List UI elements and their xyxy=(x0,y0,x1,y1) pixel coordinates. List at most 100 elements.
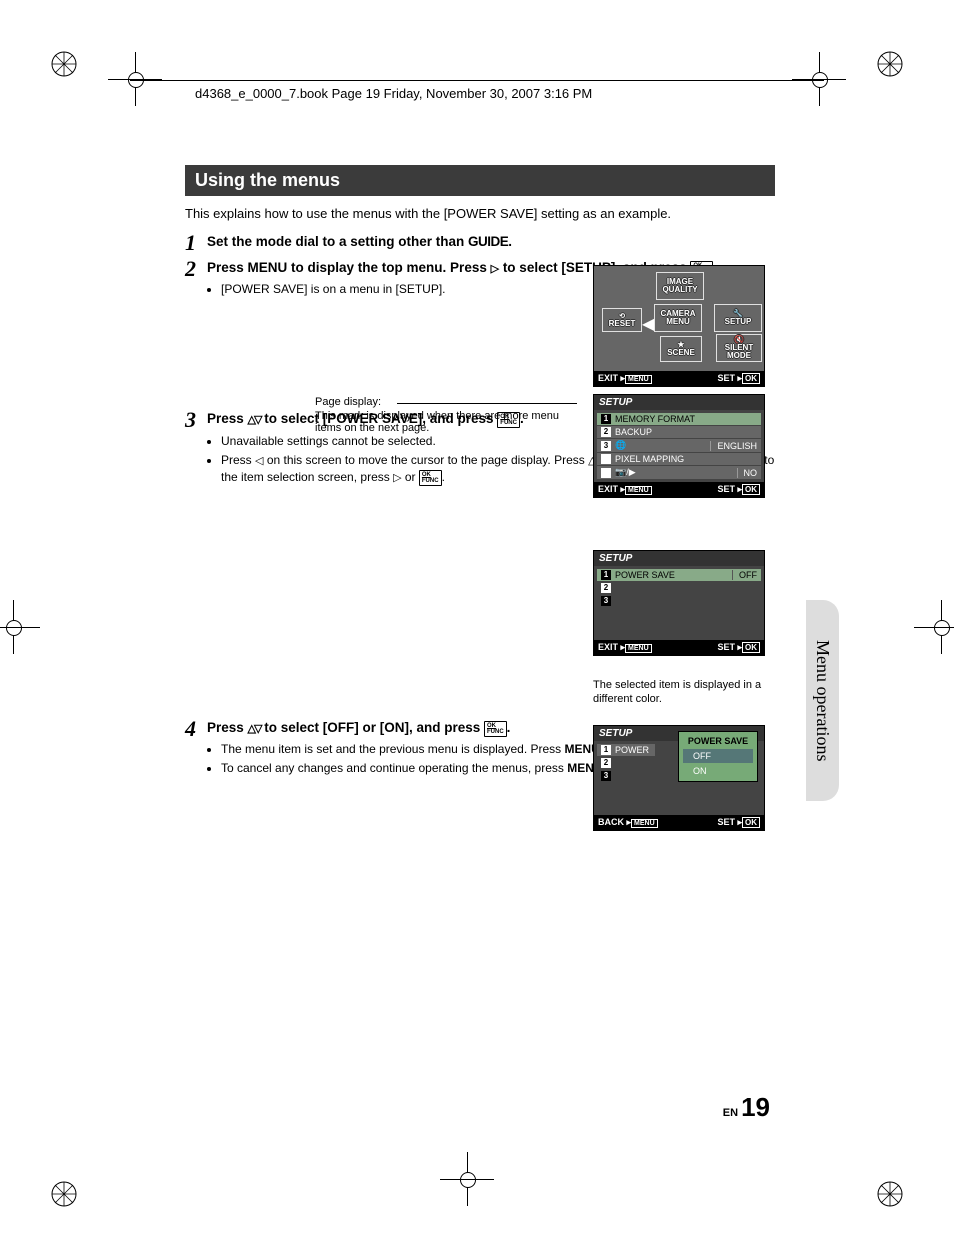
menu-image-quality: IMAGE QUALITY xyxy=(656,272,704,300)
screen-title: SETUP xyxy=(594,551,764,566)
page-display-note: Page display: This mark is displayed whe… xyxy=(315,396,575,434)
up-down-arrow-icon xyxy=(248,411,261,426)
popup-option: ON xyxy=(683,764,753,778)
text: to display the top menu. Press xyxy=(287,260,490,275)
crop-mark-tr xyxy=(876,50,904,78)
cam-play-icon: 📷/▶ xyxy=(615,467,636,478)
reg-mark xyxy=(934,620,948,634)
reg-mark xyxy=(6,620,20,634)
popup-option: OFF xyxy=(683,749,753,763)
header-file-info: d4368_e_0000_7.book Page 19 Friday, Nove… xyxy=(195,86,592,101)
menu-setup: 🔧 SETUP xyxy=(714,304,762,332)
label: Page display: xyxy=(315,396,381,408)
camera-screen-setup-3: SETUP 1POWER 2 3 POWER SAVE OFF ON BACK … xyxy=(593,725,765,831)
up-down-arrow-icon xyxy=(248,720,261,735)
menu-row: 2 xyxy=(597,757,655,769)
label: IMAGE QUALITY xyxy=(662,278,697,294)
right-arrow-icon xyxy=(491,260,499,275)
popup-power-save: POWER SAVE OFF ON xyxy=(678,731,758,782)
guide-word: GUIDE xyxy=(468,234,508,249)
row-value: OFF xyxy=(732,570,757,580)
text: or xyxy=(402,470,419,484)
leader-line xyxy=(397,403,577,404)
camera-screen-setup-1: SETUP 1MEMORY FORMAT 2BACKUP 3🌐ENGLISH P… xyxy=(593,394,765,498)
section-title: Using the menus xyxy=(185,165,775,196)
row-label: POWER xyxy=(615,745,649,755)
exit-label: EXIT ▸MENU xyxy=(598,642,652,653)
camera-screen-top-menu: ⟲ RESET IMAGE QUALITY CAMERA MENU 🔧 SETU… xyxy=(593,265,765,387)
step-number: 1 xyxy=(185,233,207,253)
camera-screen-setup-2: SETUP 1 POWER SAVE OFF 2 3 EXIT ▸MENU SE… xyxy=(593,550,765,656)
step-heading: Set the mode dial to a setting other tha… xyxy=(207,233,775,251)
crop-mark-tl xyxy=(50,50,78,78)
row-label: POWER SAVE xyxy=(615,570,675,580)
note-selected-color: The selected item is displayed in a diff… xyxy=(593,678,763,707)
reg-mark xyxy=(460,1172,474,1186)
text: Set the mode dial to a setting other tha… xyxy=(207,234,468,249)
text: Press xyxy=(207,720,248,735)
intro-text: This explains how to use the menus with … xyxy=(185,206,775,221)
menu-word: MENU xyxy=(248,260,288,275)
crop-mark-bl xyxy=(50,1180,78,1208)
popup-title: POWER SAVE xyxy=(679,734,757,748)
lang-icon: 🌐 xyxy=(615,440,626,451)
text: on this screen to move the cursor to the… xyxy=(263,453,588,467)
menu-row: 2BACKUP xyxy=(597,426,761,438)
text: To cancel any changes and continue opera… xyxy=(221,761,567,775)
menu-row: 1MEMORY FORMAT xyxy=(597,413,761,425)
step-number: 4 xyxy=(185,719,207,739)
text: Press xyxy=(207,260,248,275)
ok-func-icon: OKFUNC xyxy=(484,721,507,737)
menu-row: 2 xyxy=(597,582,761,594)
label: CAMERA MENU xyxy=(660,310,695,326)
menu-scene: ★ SCENE xyxy=(660,336,702,362)
text: The menu item is set and the previous me… xyxy=(221,742,565,756)
menu-row: 1 POWER SAVE OFF xyxy=(597,569,761,581)
label: RESET xyxy=(609,320,636,328)
label: SCENE xyxy=(667,349,695,357)
lang-code: EN xyxy=(723,1107,738,1119)
row-label: PIXEL MAPPING xyxy=(615,454,684,464)
left-arrow-icon: ◀ xyxy=(642,314,654,334)
set-ok-label: SET ▸OK xyxy=(717,373,760,384)
step-1: 1 Set the mode dial to a setting other t… xyxy=(185,233,775,253)
row-value: NO xyxy=(737,468,758,478)
desc: This mark is displayed when there are mo… xyxy=(315,410,575,434)
menu-reset: ⟲ RESET xyxy=(602,308,642,332)
page-number: EN 19 xyxy=(350,1092,770,1123)
crop-mark-br xyxy=(876,1180,904,1208)
back-label: BACK ▸MENU xyxy=(598,817,658,828)
menu-row: 3 xyxy=(597,595,761,607)
set-ok-label: SET ▸OK xyxy=(717,817,760,828)
menu-row: PIXEL MAPPING xyxy=(597,453,761,465)
page-num: 19 xyxy=(741,1092,770,1122)
menu-silent-mode: 🔇 SILENT MODE xyxy=(716,334,762,362)
ok-func-icon: OKFUNC xyxy=(419,470,442,486)
text: . xyxy=(508,234,512,249)
row-label: BACKUP xyxy=(615,427,652,437)
text: Press xyxy=(221,453,255,467)
text: Press xyxy=(207,411,248,426)
header-rule xyxy=(130,80,824,81)
label: SILENT MODE xyxy=(725,344,753,360)
menu-row: 1POWER xyxy=(597,744,655,756)
menu-camera-menu: CAMERA MENU xyxy=(654,304,702,332)
reg-mark xyxy=(812,72,826,86)
set-ok-label: SET ▸OK xyxy=(717,484,760,495)
menu-row: 📷/▶ NO xyxy=(597,466,761,479)
step-number: 2 xyxy=(185,259,207,279)
step-number: 3 xyxy=(185,410,207,430)
menu-row: 3 xyxy=(597,770,655,782)
set-ok-label: SET ▸OK xyxy=(717,642,760,653)
text: to select [OFF] or [ON], and press xyxy=(260,720,484,735)
reg-mark xyxy=(128,72,142,86)
row-label: MEMORY FORMAT xyxy=(615,414,695,424)
screen-title: SETUP xyxy=(594,395,764,410)
menu-row: 3🌐ENGLISH xyxy=(597,439,761,452)
right-arrow-icon xyxy=(393,470,401,484)
exit-label: EXIT ▸MENU xyxy=(598,373,652,384)
label: SETUP xyxy=(725,318,752,326)
row-value: ENGLISH xyxy=(710,441,757,451)
exit-label: EXIT ▸MENU xyxy=(598,484,652,495)
side-tab: Menu operations xyxy=(806,600,839,801)
